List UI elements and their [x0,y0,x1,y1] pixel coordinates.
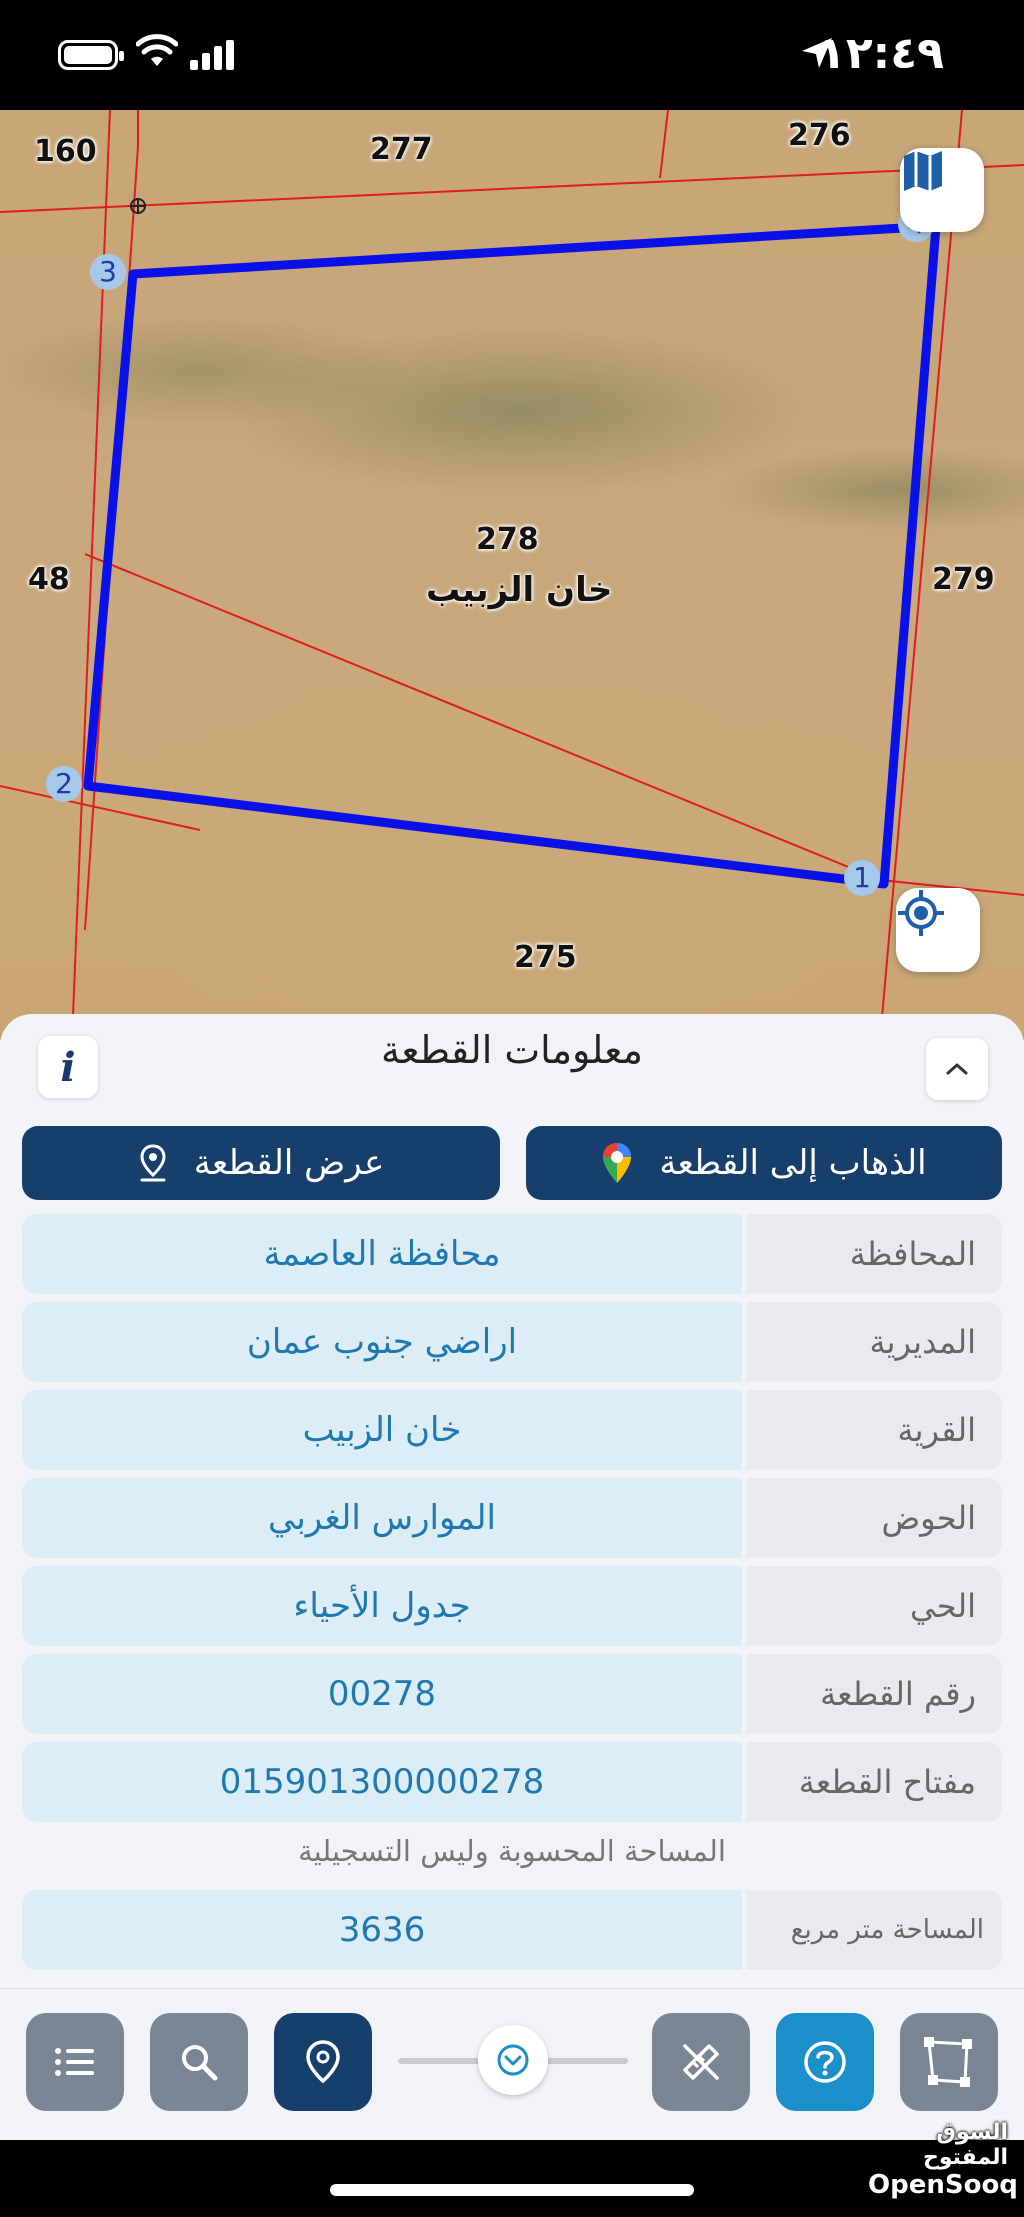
polygon-icon [924,2037,972,2087]
expand-panel-toggle[interactable] [478,2025,548,2095]
info-row-parcel-key: 015901300000278 مفتاح القطعة [22,1742,1002,1822]
goto-parcel-button[interactable]: الذهاب إلى القطعة [526,1126,1002,1200]
info-value: الموارس الغربي [22,1478,742,1558]
location-pin-icon [140,1144,166,1182]
signal-icon [190,40,234,70]
collapse-sheet-button[interactable] [926,1038,988,1100]
measure-button[interactable] [652,2013,750,2111]
info-row-directorate: اراضي جنوب عمان المديرية [22,1302,1002,1382]
parcel-label-160: 160 [34,134,97,169]
help-button[interactable] [776,2013,874,2111]
status-time: ١٢:٤٩ [818,28,944,79]
area-note: المساحة المحسوبة وليس التسجيلية [298,1834,726,1868]
info-value: محافظة العاصمة [22,1214,742,1294]
info-value: خان الزبيب [22,1390,742,1470]
list-button[interactable] [26,2013,124,2111]
list-icon [55,2048,94,2076]
vertex-marker-3[interactable]: 3 [90,254,126,290]
google-maps-pin-icon [603,1143,632,1183]
info-value: 015901300000278 [22,1742,742,1822]
parcel-label-279: 279 [932,562,995,597]
opensooq-watermark: السوق المفتوح OpenSooq [868,2120,1018,2200]
info-value: اراضي جنوب عمان [22,1302,742,1382]
info-row-village: خان الزبيب القرية [22,1390,1002,1470]
parcel-name-label: خان الزبيب [426,570,613,610]
parcel-location-button[interactable] [274,2013,372,2111]
measure-icon [683,2044,719,2080]
wifi-icon [136,34,178,66]
help-icon [804,2041,846,2083]
info-row-governorate: محافظة العاصمة المحافظة [22,1214,1002,1294]
info-label: رقم القطعة [746,1654,1002,1734]
vertex-marker-2[interactable]: 2 [46,766,82,802]
battery-icon [58,40,124,70]
info-row-district: جدول الأحياء الحي [22,1566,1002,1646]
info-row-parcel-number: 00278 رقم القطعة [22,1654,1002,1734]
info-label: المحافظة [746,1214,1002,1294]
goto-parcel-label: الذهاب إلى القطعة [659,1143,927,1183]
sheet-title: معلومات القطعة [381,1028,643,1072]
location-pin-icon [306,2040,340,2084]
draw-polygon-button[interactable] [900,2013,998,2111]
vertex-marker-1[interactable]: 1 [844,860,880,896]
parcel-label-278: 278 [476,522,539,557]
info-label: مفتاح القطعة [746,1742,1002,1822]
show-parcel-button[interactable]: عرض القطعة [22,1126,500,1200]
show-parcel-label: عرض القطعة [193,1143,385,1183]
my-location-button[interactable] [896,888,980,972]
chevron-down-icon [497,2044,529,2076]
parcel-label-276: 276 [788,118,851,153]
map-layers-button[interactable] [900,148,984,232]
status-bar: ١٢:٤٩ [0,0,1024,110]
chevron-up-icon [946,1063,968,1075]
watermark-arabic: السوق المفتوح [922,2120,1008,2170]
info-value: جدول الأحياء [22,1566,742,1646]
crosshair-icon [898,890,944,936]
info-label: المديرية [746,1302,1002,1382]
info-row-basin: الموارس الغربي الحوض [22,1478,1002,1558]
search-button[interactable] [150,2013,248,2111]
parcel-label-277: 277 [370,132,433,167]
info-label: الحوض [746,1478,1002,1558]
info-label: القرية [746,1390,1002,1470]
info-label: الحي [746,1566,1002,1646]
info-value: 3636 [22,1890,742,1970]
home-indicator[interactable] [330,2184,694,2196]
info-row-area: 3636 المساحة متر مربع [22,1890,1002,1970]
map-view[interactable]: 160 277 276 48 279 275 278 خان الزبيب 1 … [0,110,1024,1040]
info-value: 00278 [22,1654,742,1734]
map-icon [904,151,942,191]
info-label: المساحة متر مربع [746,1890,1002,1970]
search-icon [182,2045,218,2081]
parcel-label-275: 275 [514,940,577,975]
watermark-latin: OpenSooq [868,2170,1018,2200]
parcel-label-48: 48 [28,562,70,597]
